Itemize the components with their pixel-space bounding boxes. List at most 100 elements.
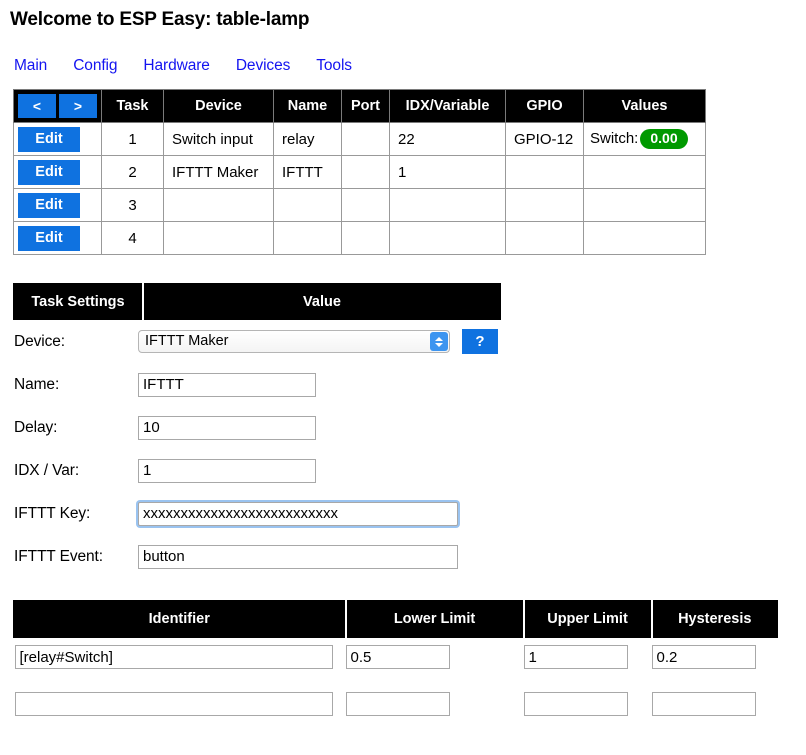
edit-cell: Edit (13, 122, 102, 156)
edit-task-button[interactable]: Edit (18, 159, 80, 185)
cell-values: Switch: 0.00 (583, 122, 706, 156)
task-settings-form: Device: IFTTT Maker ? Name: Delay: IDX /… (13, 320, 806, 578)
hysteresis-input[interactable] (651, 645, 756, 669)
nav-link-hardware[interactable]: Hardware (143, 57, 210, 74)
cell-name (273, 221, 342, 255)
delay-label: Delay: (14, 418, 58, 436)
main-navigation: Main Config Hardware Devices Tools (0, 31, 806, 75)
column-header-idx: IDX/Variable (389, 89, 506, 123)
cell-name: relay (273, 122, 342, 156)
cell-values (583, 221, 706, 255)
cell-values (583, 188, 706, 222)
table-row: Edit 4 (13, 221, 706, 255)
device-select-wrapper[interactable]: IFTTT Maker (138, 330, 450, 353)
ifttt-key-input[interactable] (138, 501, 458, 526)
lower-limit-input[interactable] (345, 645, 450, 669)
column-header-upper-limit: Upper Limit (523, 600, 653, 638)
column-header-name: Name (273, 89, 342, 123)
cell-device: Switch input (163, 122, 274, 156)
row-spacer (14, 676, 778, 685)
ifttt-event-input[interactable] (138, 544, 458, 569)
limits-section: Identifier Lower Limit Upper Limit Hyste… (0, 578, 806, 723)
device-help-button[interactable]: ? (462, 329, 498, 354)
devices-table-container: < > Task Device Name Port IDX/Variable G… (0, 75, 806, 255)
nav-link-devices[interactable]: Devices (236, 57, 291, 74)
identifier-input[interactable] (14, 692, 333, 716)
table-row (14, 638, 778, 677)
cell-task: 1 (101, 122, 164, 156)
pager-cell: < > (13, 89, 102, 123)
device-label: Device: (14, 332, 65, 350)
table-row: Edit 2 IFTTT Maker IFTTT 1 (13, 155, 706, 189)
cell-port (341, 155, 390, 189)
idx-label: IDX / Var: (14, 461, 80, 479)
upper-limit-cell (523, 685, 652, 723)
lower-limit-input[interactable] (345, 692, 450, 716)
devices-table-header-row: < > Task Device Name Port IDX/Variable G… (13, 89, 706, 123)
task-settings-header-table: Task Settings Value (13, 283, 501, 320)
nav-link-main[interactable]: Main (14, 57, 47, 74)
device-select[interactable]: IFTTT Maker (138, 330, 450, 353)
name-label: Name: (14, 375, 60, 393)
idx-row: IDX / Var: (13, 449, 806, 492)
edit-task-button[interactable]: Edit (18, 225, 80, 251)
column-header-lower-limit: Lower Limit (345, 600, 525, 638)
edit-cell: Edit (13, 155, 102, 189)
idx-var-input[interactable] (138, 458, 316, 483)
value-label: Switch: (590, 130, 639, 148)
limits-header-row: Identifier Lower Limit Upper Limit Hyste… (13, 600, 778, 638)
column-header-hysteresis: Hysteresis (651, 600, 778, 638)
edit-task-button[interactable]: Edit (18, 192, 80, 218)
cell-name (273, 188, 342, 222)
ifttt-event-row: IFTTT Event: (13, 535, 806, 578)
device-row: Device: IFTTT Maker ? (13, 320, 806, 363)
next-page-button[interactable]: > (59, 94, 97, 118)
column-header-values: Values (583, 89, 706, 123)
cell-port (341, 122, 390, 156)
lower-limit-cell (345, 685, 524, 723)
cell-device (163, 221, 274, 255)
name-input[interactable] (138, 372, 316, 397)
cell-idx (389, 221, 506, 255)
cell-idx: 1 (389, 155, 506, 189)
cell-name: IFTTT (273, 155, 342, 189)
edit-task-button[interactable]: Edit (18, 126, 80, 152)
column-header-task: Task (101, 89, 164, 123)
hysteresis-cell (651, 638, 778, 677)
delay-input[interactable] (138, 415, 316, 440)
limits-table: Identifier Lower Limit Upper Limit Hyste… (13, 600, 778, 723)
ifttt-key-row: IFTTT Key: (13, 492, 806, 535)
nav-link-config[interactable]: Config (73, 57, 117, 74)
hysteresis-cell (651, 685, 778, 723)
cell-port (341, 188, 390, 222)
value-header-label: Value (142, 283, 501, 320)
nav-link-tools[interactable]: Tools (316, 57, 352, 74)
identifier-cell (14, 685, 346, 723)
task-settings-header-label: Task Settings (13, 283, 144, 320)
upper-limit-input[interactable] (523, 645, 628, 669)
cell-port (341, 221, 390, 255)
status-badge: 0.00 (640, 129, 688, 149)
column-header-gpio: GPIO (505, 89, 584, 123)
cell-gpio: GPIO-12 (505, 122, 584, 156)
ifttt-event-label: IFTTT Event: (14, 547, 103, 565)
cell-task: 3 (101, 188, 164, 222)
edit-cell: Edit (13, 188, 102, 222)
upper-limit-input[interactable] (523, 692, 628, 716)
column-header-port: Port (341, 89, 390, 123)
page-title: Welcome to ESP Easy: table-lamp (10, 9, 310, 30)
cell-gpio (505, 221, 584, 255)
cell-task: 2 (101, 155, 164, 189)
cell-idx (389, 188, 506, 222)
prev-page-button[interactable]: < (18, 94, 56, 118)
identifier-cell (14, 638, 346, 677)
edit-cell: Edit (13, 221, 102, 255)
cell-task: 4 (101, 221, 164, 255)
identifier-input[interactable] (14, 645, 333, 669)
cell-device: IFTTT Maker (163, 155, 274, 189)
column-header-identifier: Identifier (13, 600, 347, 638)
ifttt-key-label: IFTTT Key: (14, 504, 91, 522)
hysteresis-input[interactable] (651, 692, 756, 716)
task-settings-header-row: Task Settings Value (13, 283, 501, 320)
cell-idx: 22 (389, 122, 506, 156)
